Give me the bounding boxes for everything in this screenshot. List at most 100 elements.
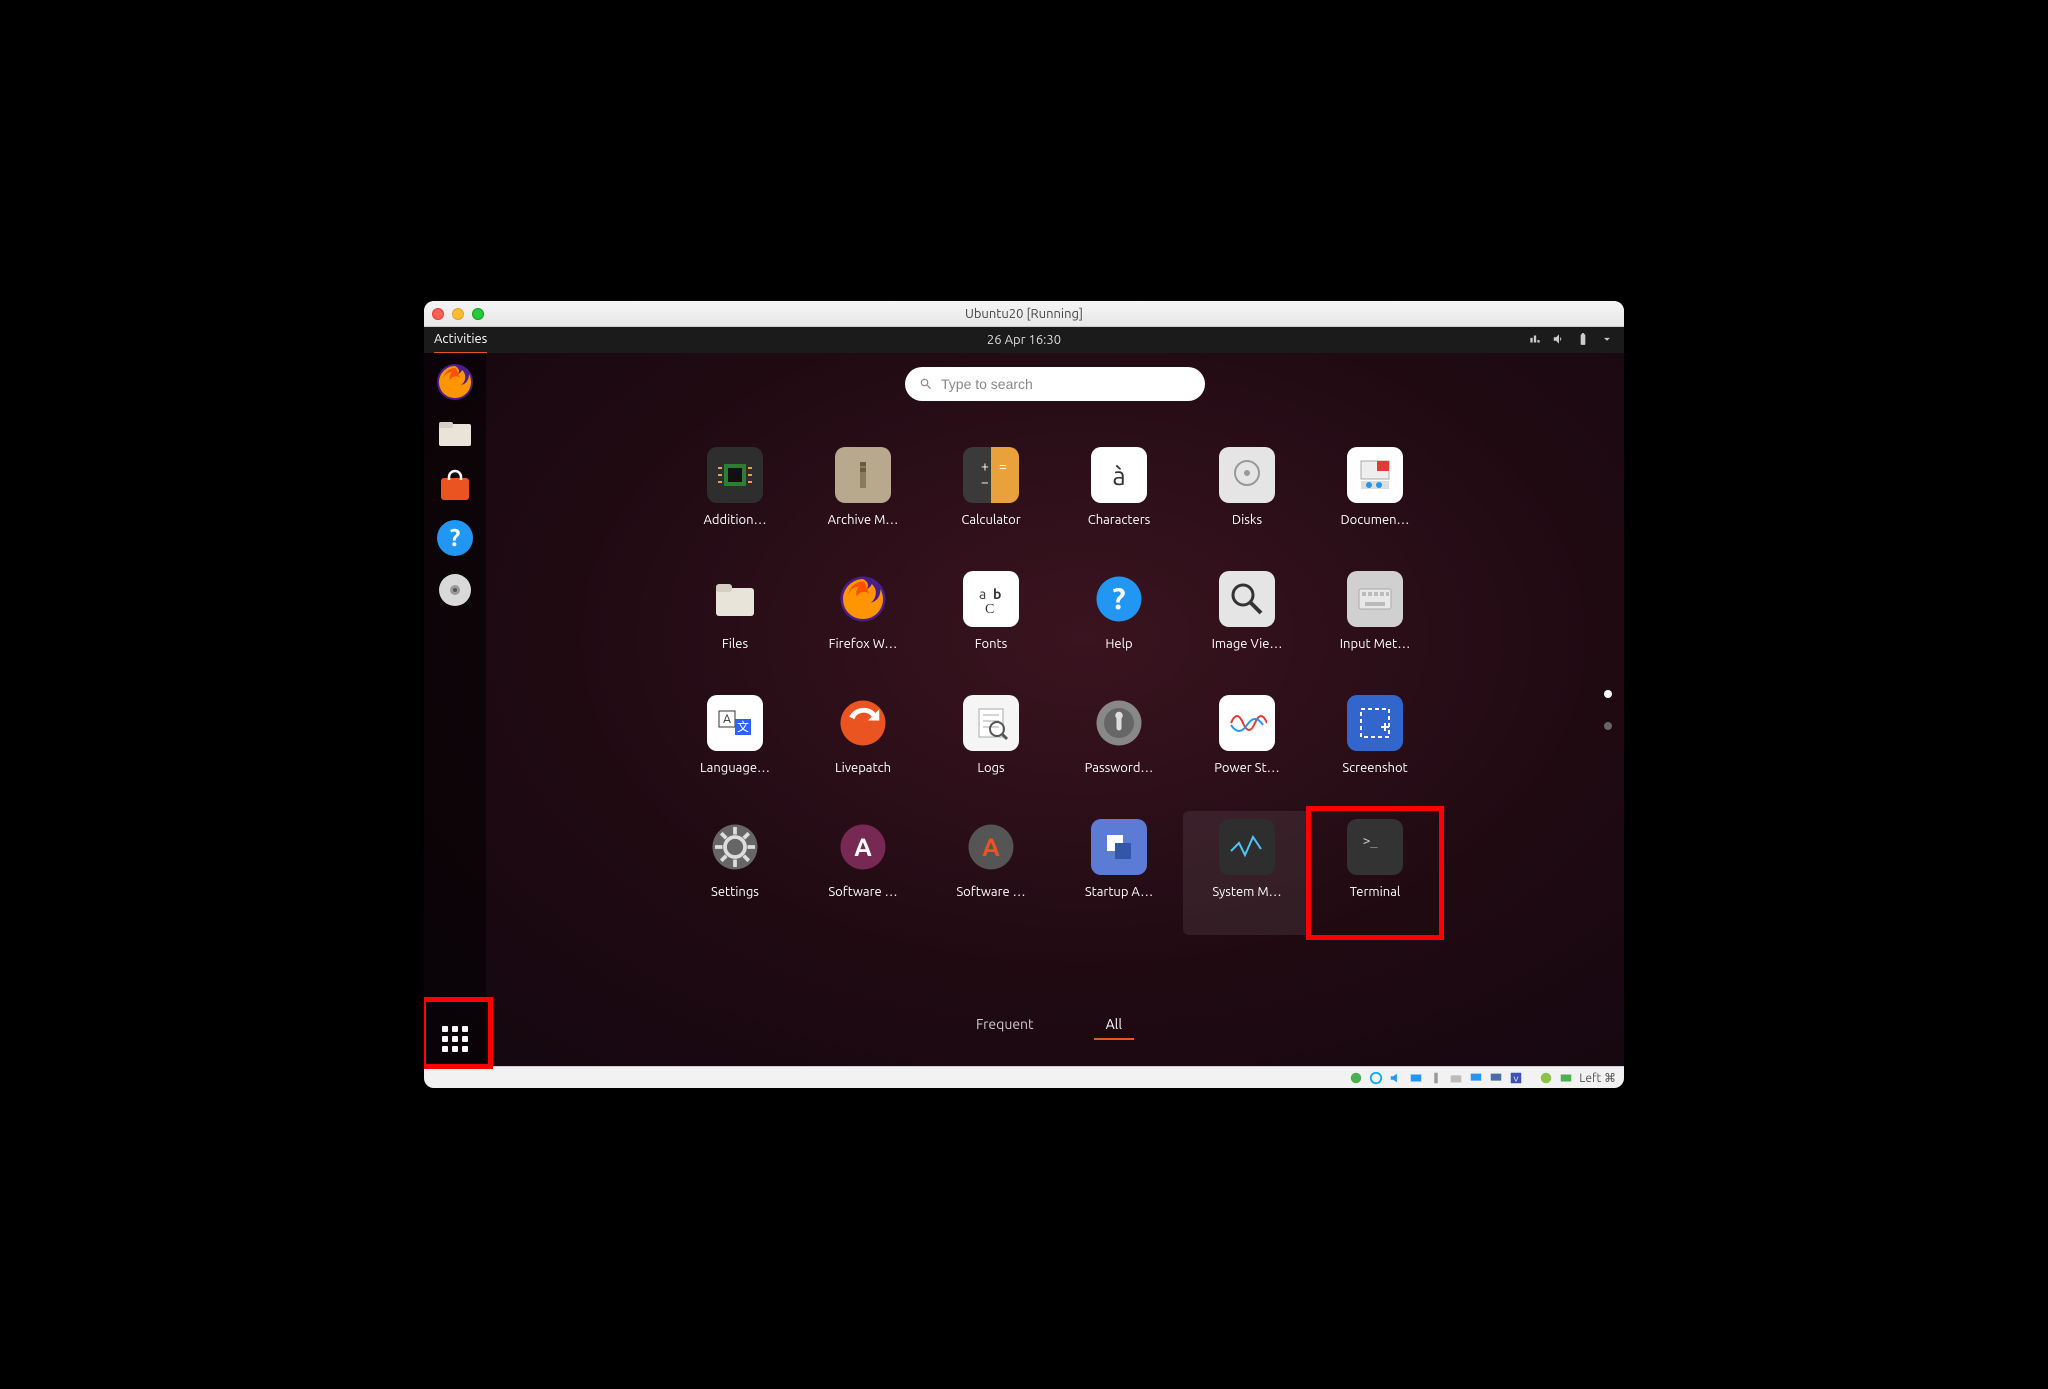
app-label: Terminal	[1350, 885, 1401, 899]
search-bar[interactable]	[905, 367, 1205, 401]
app-startup-applications[interactable]: Startup A…	[1055, 811, 1183, 935]
app-firefox[interactable]: Firefox W…	[799, 563, 927, 687]
app-software-center[interactable]: A Software …	[799, 811, 927, 935]
dock-help[interactable]: ?	[432, 515, 478, 561]
software-icon: A	[838, 822, 888, 872]
help-icon: ?	[1094, 574, 1144, 624]
activities-button[interactable]: Activities	[434, 332, 487, 348]
svg-text:à: à	[1112, 461, 1125, 490]
display-icon[interactable]	[1469, 1071, 1483, 1085]
tab-frequent[interactable]: Frequent	[976, 1016, 1034, 1040]
app-power-statistics[interactable]: Power St…	[1183, 687, 1311, 811]
app-image-viewer[interactable]: Image Vie…	[1183, 563, 1311, 687]
svg-text:>_: >_	[1363, 834, 1378, 848]
mouse-integration-icon[interactable]	[1539, 1071, 1553, 1085]
app-calculator[interactable]: +−= Calculator	[927, 439, 1055, 563]
usb-icon[interactable]	[1429, 1071, 1443, 1085]
system-tray[interactable]	[1528, 332, 1614, 349]
svg-text:+: +	[981, 458, 989, 474]
folder-icon	[435, 414, 475, 454]
svg-text:=: =	[999, 458, 1007, 474]
power-stats-icon	[1227, 703, 1267, 743]
scanner-icon	[1355, 455, 1395, 495]
dock-files[interactable]	[432, 411, 478, 457]
desktop: ?	[424, 353, 1624, 1066]
app-label: Image Vie…	[1212, 637, 1283, 651]
svg-text:−: −	[981, 474, 989, 490]
app-label: Calculator	[961, 513, 1020, 527]
app-label: Software …	[828, 885, 897, 899]
shopping-bag-icon	[435, 466, 475, 506]
vrde-icon[interactable]: V	[1509, 1071, 1523, 1085]
svg-text:?: ?	[450, 524, 461, 551]
gnome-top-bar: Activities 26 Apr 16:30	[424, 327, 1624, 353]
svg-text:A: A	[982, 833, 1000, 861]
app-input-method[interactable]: Input Met…	[1311, 563, 1439, 687]
search-input[interactable]	[941, 376, 1191, 392]
svg-text:V: V	[1514, 1075, 1519, 1083]
recording-icon[interactable]	[1489, 1071, 1503, 1085]
hard-disk-icon[interactable]	[1349, 1071, 1363, 1085]
keyring-icon	[1094, 698, 1144, 748]
app-label: Livepatch	[835, 761, 891, 775]
app-language-support[interactable]: A文Language…	[671, 687, 799, 811]
app-label: Input Met…	[1340, 637, 1411, 651]
app-system-monitor[interactable]: System M…	[1183, 811, 1311, 935]
disc-icon	[435, 570, 475, 610]
app-document-scanner[interactable]: Documen…	[1311, 439, 1439, 563]
shared-folder-icon[interactable]	[1449, 1071, 1463, 1085]
app-label: Logs	[977, 761, 1004, 775]
audio-icon[interactable]	[1389, 1071, 1403, 1085]
tab-all[interactable]: All	[1094, 1016, 1134, 1040]
firefox-icon	[435, 362, 475, 402]
screenshot-icon	[1355, 703, 1395, 743]
app-characters[interactable]: àCharacters	[1055, 439, 1183, 563]
app-label: Password…	[1085, 761, 1154, 775]
keyboard-capture-icon[interactable]	[1559, 1071, 1573, 1085]
app-livepatch[interactable]: Livepatch	[799, 687, 927, 811]
chip-icon	[718, 458, 752, 492]
archive-icon	[848, 460, 878, 490]
workspace-dot-2[interactable]	[1604, 722, 1612, 730]
updater-icon: A	[966, 822, 1016, 872]
svg-text:b: b	[993, 586, 1001, 602]
app-passwords[interactable]: Password…	[1055, 687, 1183, 811]
app-files[interactable]: Files	[671, 563, 799, 687]
workspace-dots[interactable]	[1604, 690, 1612, 730]
app-fonts[interactable]: abCFonts	[927, 563, 1055, 687]
disk-icon	[1227, 455, 1267, 495]
dock-firefox[interactable]	[432, 359, 478, 405]
clock[interactable]: 26 Apr 16:30	[424, 333, 1624, 347]
characters-icon: à	[1099, 455, 1139, 495]
keyboard-icon	[1355, 579, 1395, 619]
gear-icon	[710, 822, 760, 872]
dock-software[interactable]	[432, 463, 478, 509]
app-label: Files	[722, 637, 748, 651]
mac-titlebar: Ubuntu20 [Running]	[424, 301, 1624, 327]
app-label: Software …	[956, 885, 1025, 899]
dock-disc[interactable]	[432, 567, 478, 613]
app-additional-drivers[interactable]: Addition…	[671, 439, 799, 563]
svg-text:A: A	[723, 713, 731, 726]
optical-icon[interactable]	[1369, 1071, 1383, 1085]
app-settings[interactable]: Settings	[671, 811, 799, 935]
workspace-dot-1[interactable]	[1604, 690, 1612, 698]
svg-text:?: ?	[1112, 581, 1125, 615]
app-label: Settings	[711, 885, 759, 899]
app-label: Power St…	[1214, 761, 1279, 775]
network-icon	[1528, 332, 1542, 349]
app-help[interactable]: ? Help	[1055, 563, 1183, 687]
app-disks[interactable]: Disks	[1183, 439, 1311, 563]
app-terminal[interactable]: >_ Terminal	[1311, 811, 1439, 935]
app-archive-manager[interactable]: Archive M…	[799, 439, 927, 563]
app-screenshot[interactable]: Screenshot	[1311, 687, 1439, 811]
battery-icon	[1576, 332, 1590, 349]
host-key-label: Left ⌘	[1579, 1071, 1616, 1085]
app-software-updater[interactable]: A Software …	[927, 811, 1055, 935]
app-label: Help	[1105, 637, 1132, 651]
app-label: Addition…	[703, 513, 766, 527]
app-logs[interactable]: Logs	[927, 687, 1055, 811]
app-label: Startup A…	[1085, 885, 1153, 899]
network-adapter-icon[interactable]	[1409, 1071, 1423, 1085]
app-label: Screenshot	[1342, 761, 1407, 775]
